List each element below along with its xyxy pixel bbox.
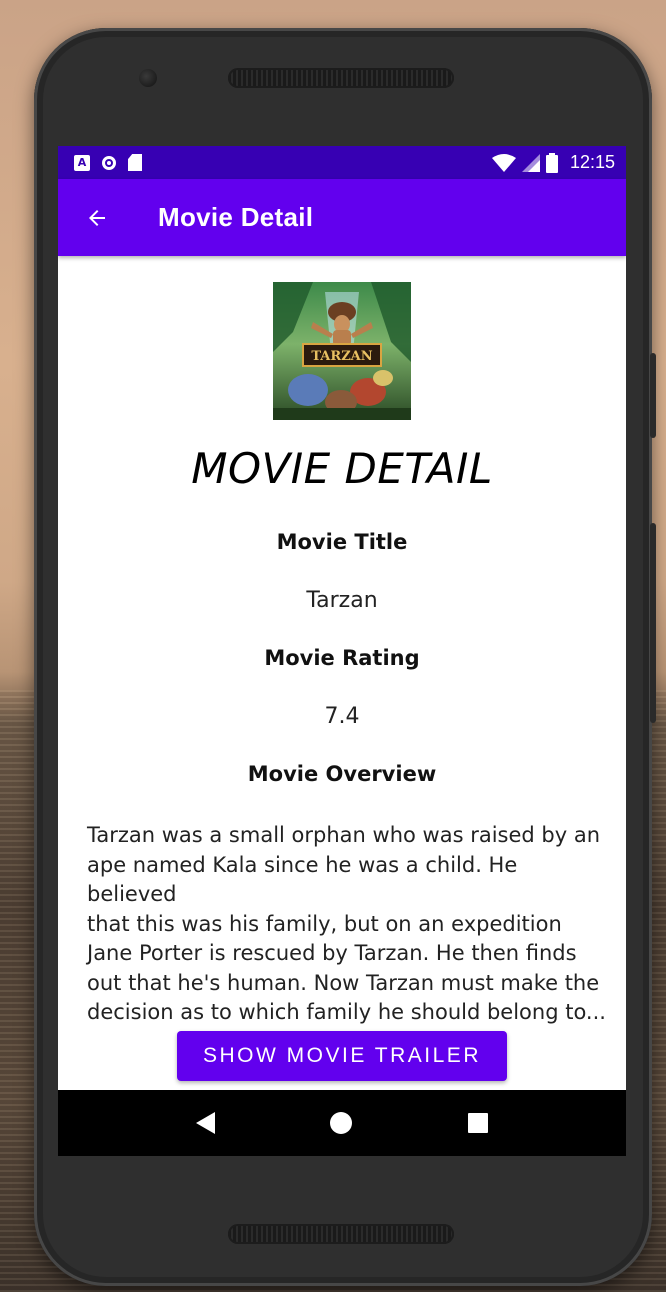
signal-icon bbox=[521, 153, 540, 172]
front-camera bbox=[139, 69, 157, 87]
volume-button bbox=[650, 523, 656, 723]
battery-icon bbox=[545, 152, 558, 173]
movie-rating-label: Movie Rating bbox=[264, 646, 420, 670]
accessibility-a-icon: A bbox=[74, 154, 90, 171]
circle-notification-icon bbox=[102, 155, 116, 170]
movie-title-label: Movie Title bbox=[276, 530, 408, 554]
status-time: 12:15 bbox=[569, 152, 615, 172]
movie-poster: TARZAN bbox=[273, 282, 411, 420]
movie-overview-label: Movie Overview bbox=[247, 762, 437, 786]
sd-card-icon bbox=[128, 154, 142, 171]
show-movie-trailer-button[interactable]: SHOW MOVIE TRAILER bbox=[177, 1031, 507, 1081]
device-screen: A 12:15 Movie Detail TARZAN MOVIE DETAIL… bbox=[58, 146, 626, 1156]
poster-title: TARZAN bbox=[311, 349, 372, 364]
movie-detail-content: TARZAN MOVIE DETAIL Movie Title Tarzan M… bbox=[58, 256, 626, 1090]
arrow-left-icon bbox=[89, 209, 105, 226]
overview-line: decision as to which family he should be… bbox=[87, 1000, 606, 1024]
overview-line: that this was his family, but on an expe… bbox=[87, 911, 562, 936]
back-button[interactable] bbox=[62, 179, 132, 256]
system-navigation-bar bbox=[58, 1090, 626, 1156]
top-speaker bbox=[228, 68, 454, 88]
app-bar: Movie Detail bbox=[58, 179, 626, 256]
back-triangle-icon[interactable] bbox=[195, 1112, 215, 1134]
app-bar-title: Movie Detail bbox=[158, 202, 314, 232]
home-circle-icon[interactable] bbox=[330, 1112, 353, 1134]
movie-title-value: Tarzan bbox=[306, 588, 378, 613]
overview-line: ape named Kala since he was a child. He … bbox=[87, 852, 518, 907]
overview-line: Tarzan was a small orphan who was raised… bbox=[87, 823, 601, 847]
page-heading: MOVIE DETAIL bbox=[191, 444, 493, 493]
recents-square-icon[interactable] bbox=[468, 1113, 489, 1133]
status-left-icons: A bbox=[58, 154, 142, 171]
movie-rating-value: 7.4 bbox=[324, 704, 360, 729]
overview-line: Jane Porter is rescued by Tarzan. He the… bbox=[87, 941, 577, 965]
poster-artwork: TARZAN bbox=[273, 282, 411, 420]
status-bar: A 12:15 bbox=[58, 146, 626, 179]
status-right-icons: 12:15 bbox=[491, 152, 626, 173]
bottom-speaker bbox=[228, 1224, 454, 1244]
power-button bbox=[650, 353, 656, 438]
wifi-icon bbox=[491, 153, 516, 172]
overview-line: out that he's human. Now Tarzan must mak… bbox=[87, 970, 600, 995]
movie-overview-text: Tarzan was a small orphan who was raised… bbox=[87, 821, 607, 1028]
